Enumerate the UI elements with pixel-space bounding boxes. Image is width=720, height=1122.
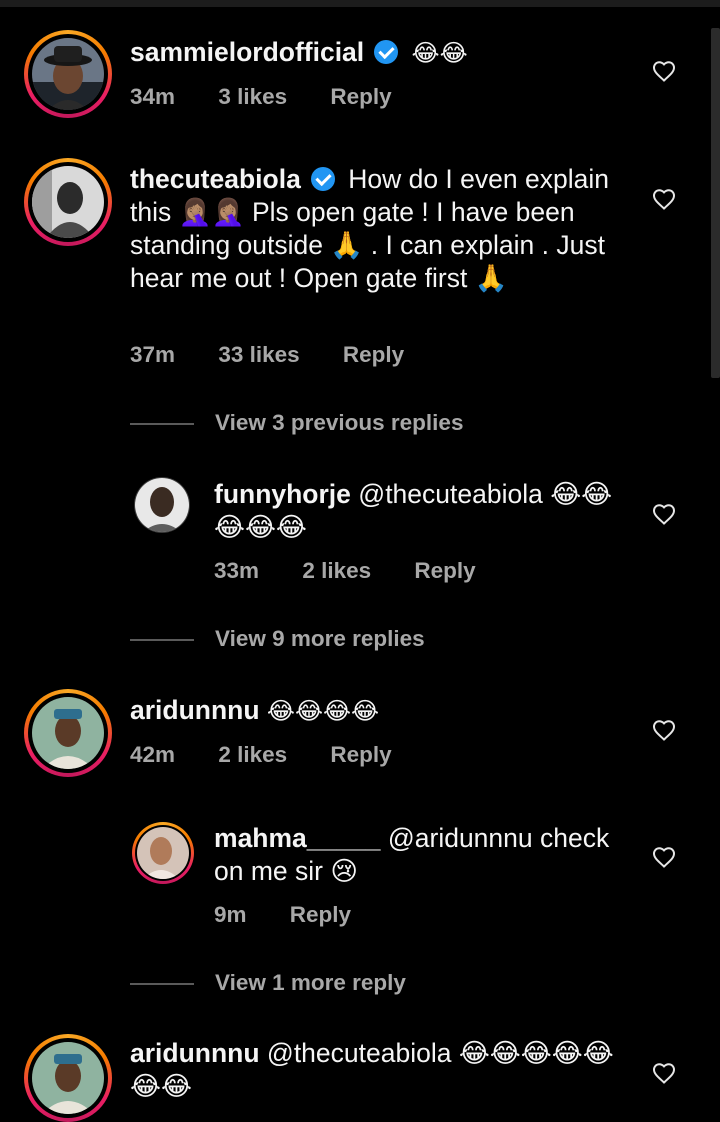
heart-outline-icon[interactable] bbox=[652, 503, 676, 525]
comment-text: 😂😂 bbox=[411, 39, 468, 67]
avatar-image bbox=[32, 697, 104, 769]
reply-button[interactable]: Reply bbox=[330, 84, 391, 109]
view-more-replies-button[interactable]: View 9 more replies bbox=[130, 626, 425, 652]
heart-outline-icon[interactable] bbox=[652, 60, 676, 82]
comment-username[interactable]: funnyhorje bbox=[214, 479, 351, 509]
avatar-image bbox=[137, 827, 189, 879]
top-divider bbox=[0, 0, 720, 7]
avatar-image bbox=[135, 478, 189, 532]
verified-badge-icon bbox=[374, 40, 399, 64]
comment-username[interactable]: aridunnnu bbox=[130, 695, 260, 725]
comment-time: 34m bbox=[130, 84, 176, 109]
comment-meta: 42m 2 likes Reply bbox=[130, 742, 429, 768]
comment-body: aridunnnu @thecuteabiola 😂😂😂😂😂😂😂 bbox=[130, 1037, 630, 1103]
heart-outline-icon[interactable] bbox=[652, 719, 676, 741]
avatar[interactable] bbox=[24, 30, 112, 118]
comment-time: 33m bbox=[214, 558, 260, 583]
avatar[interactable] bbox=[24, 689, 112, 777]
comment-username[interactable]: mahma_____ bbox=[214, 823, 380, 853]
comment-body: thecuteabiola How do I even explain this… bbox=[130, 163, 630, 295]
comment-time: 9m bbox=[214, 902, 247, 927]
avatar-image bbox=[32, 166, 104, 238]
avatar[interactable] bbox=[134, 477, 190, 533]
avatar-image bbox=[32, 1042, 104, 1114]
scrollbar[interactable] bbox=[711, 28, 720, 378]
comment-likes[interactable]: 33 likes bbox=[218, 342, 299, 367]
reply-button[interactable]: Reply bbox=[414, 558, 475, 583]
comment-likes[interactable]: 2 likes bbox=[302, 558, 371, 583]
comment-username[interactable]: aridunnnu bbox=[130, 1038, 260, 1068]
comment-body: mahma_____ @aridunnnu check on me sir 😢 bbox=[214, 822, 630, 888]
comment-text: 😂😂😂😂 bbox=[266, 697, 380, 725]
comment-meta: 37m 33 likes Reply bbox=[130, 342, 441, 368]
view-previous-replies-button[interactable]: View 3 previous replies bbox=[130, 410, 463, 436]
reply-button[interactable]: Reply bbox=[290, 902, 351, 927]
divider-line bbox=[130, 983, 194, 986]
comment-meta: 34m 3 likes Reply bbox=[130, 84, 429, 110]
heart-outline-icon[interactable] bbox=[652, 188, 676, 210]
comment-meta: 33m 2 likes Reply bbox=[214, 558, 513, 584]
heart-outline-icon[interactable] bbox=[652, 1062, 676, 1084]
view-replies-label: View 1 more reply bbox=[215, 970, 406, 995]
avatar[interactable] bbox=[132, 822, 194, 884]
avatar[interactable] bbox=[24, 1034, 112, 1122]
comment-body: funnyhorje @thecuteabiola 😂😂😂😂😂 bbox=[214, 478, 630, 544]
comment-likes[interactable]: 2 likes bbox=[218, 742, 287, 767]
comment-time: 37m bbox=[130, 342, 176, 367]
avatar-image bbox=[32, 38, 104, 110]
comment-meta: 9m Reply bbox=[214, 902, 388, 928]
view-replies-label: View 3 previous replies bbox=[215, 410, 464, 435]
comment-body: aridunnnu 😂😂😂😂 bbox=[130, 694, 630, 728]
comment-likes[interactable]: 3 likes bbox=[218, 84, 287, 109]
comment-username[interactable]: sammielordofficial bbox=[130, 37, 364, 67]
divider-line bbox=[130, 639, 194, 642]
comment-body: sammielordofficial 😂😂 bbox=[130, 36, 630, 70]
avatar[interactable] bbox=[24, 158, 112, 246]
verified-badge-icon bbox=[310, 167, 335, 191]
reply-button[interactable]: Reply bbox=[343, 342, 404, 367]
view-replies-label: View 9 more replies bbox=[215, 626, 425, 651]
view-more-replies-button[interactable]: View 1 more reply bbox=[130, 970, 406, 996]
reply-button[interactable]: Reply bbox=[330, 742, 391, 767]
heart-outline-icon[interactable] bbox=[652, 846, 676, 868]
divider-line bbox=[130, 423, 194, 426]
comment-time: 42m bbox=[130, 742, 176, 767]
comment-username[interactable]: thecuteabiola bbox=[130, 164, 301, 194]
